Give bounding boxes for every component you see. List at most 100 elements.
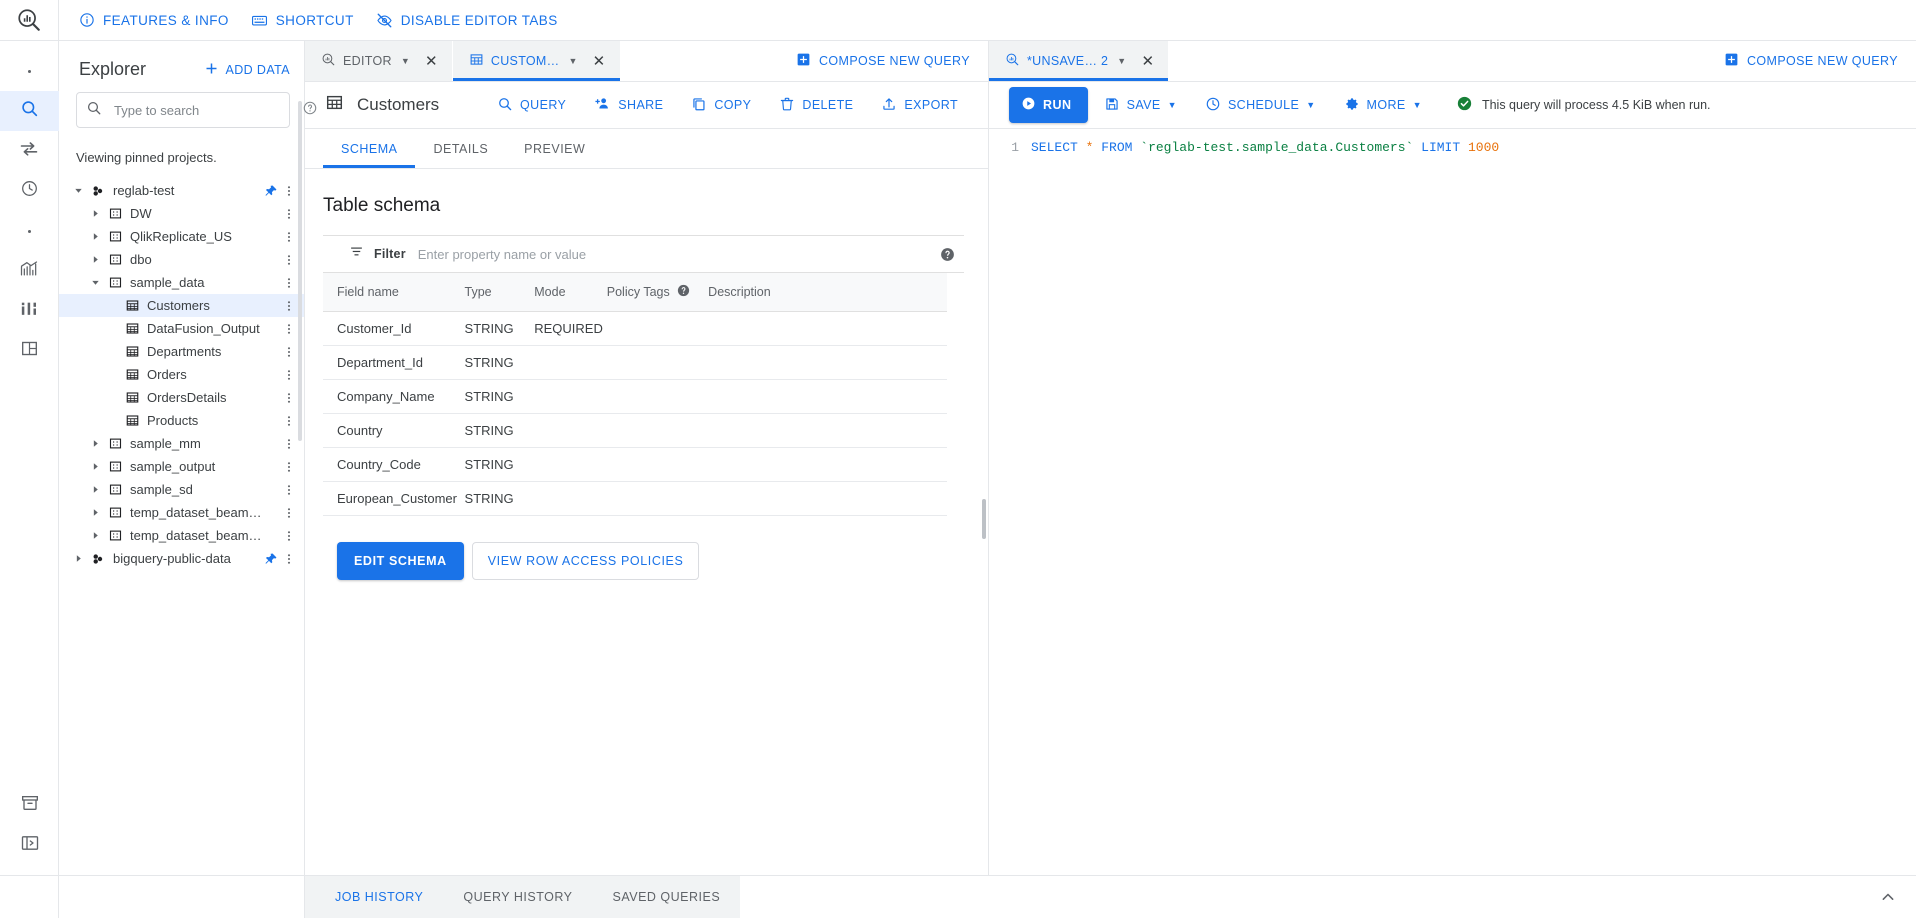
query-button[interactable]: QUERY [483,90,580,121]
chevron-right-icon[interactable] [86,484,104,495]
kebab-menu-icon[interactable] [280,322,298,336]
kebab-menu-icon[interactable] [280,506,298,520]
tab-preview[interactable]: PREVIEW [506,129,603,168]
table-row[interactable]: Country STRING [323,413,947,448]
tree-item-orders[interactable]: Orders [59,363,304,386]
tree-item-datafusion-output[interactable]: DataFusion_Output [59,317,304,340]
tab-unsaved-query[interactable]: *UNSAVE… 2 ▼ ✕ [989,41,1170,81]
kebab-menu-icon[interactable] [280,345,298,359]
tree-item-products[interactable]: Products [59,409,304,432]
chevron-right-icon[interactable] [86,438,104,449]
tree-item-departments[interactable]: Departments [59,340,304,363]
view-row-access-policies-button[interactable]: VIEW ROW ACCESS POLICIES [471,542,700,580]
chevron-down-icon[interactable] [86,277,104,288]
chevron-down-icon[interactable]: ▼ [566,56,579,66]
share-button[interactable]: SHARE [580,89,677,121]
pin-icon[interactable] [262,552,280,566]
help-icon[interactable] [939,246,964,263]
tree-item-temp-dataset-beam-bq-job[interactable]: temp_dataset_beam_bq_job_… [59,524,304,547]
chevron-right-icon[interactable] [86,208,104,219]
tab-customers[interactable]: CUSTOM… ▼ ✕ [452,41,621,81]
disable-editor-tabs-link[interactable]: DISABLE EDITOR TABS [372,6,576,35]
tree-item-reglab-test[interactable]: reglab-test [59,179,304,202]
kebab-menu-icon[interactable] [280,276,298,290]
table-row[interactable]: Customer_Id STRING REQUIRED [323,311,947,346]
search-input[interactable] [112,101,292,119]
copy-button[interactable]: COPY [677,90,765,121]
chevron-right-icon[interactable] [86,507,104,518]
chevron-down-icon[interactable]: ▼ [1413,100,1422,110]
kebab-menu-icon[interactable] [280,460,298,474]
rail-item-bi-engine[interactable] [0,291,59,331]
kebab-menu-icon[interactable] [280,299,298,313]
chevron-right-icon[interactable] [69,553,87,564]
kebab-menu-icon[interactable] [280,529,298,543]
help-icon[interactable] [676,283,691,301]
kebab-menu-icon[interactable] [280,483,298,497]
tab-editor[interactable]: EDITOR ▼ ✕ [305,41,453,81]
compose-new-query-button-right[interactable]: COMPOSE NEW QUERY [1706,41,1916,81]
shortcut-link[interactable]: SHORTCUT [247,6,372,35]
explorer-search-box[interactable] [76,92,317,128]
chevron-right-icon[interactable] [86,461,104,472]
close-icon[interactable]: ✕ [1135,52,1154,70]
filter-input[interactable] [415,245,929,263]
rail-item-dot-top[interactable] [0,51,59,91]
tab-job-history[interactable]: JOB HISTORY [315,876,443,918]
delete-button[interactable]: DELETE [765,90,867,121]
edit-schema-button[interactable]: EDIT SCHEMA [337,542,464,580]
rail-item-datasets[interactable] [0,331,59,371]
kebab-menu-icon[interactable] [280,437,298,451]
tab-schema[interactable]: SCHEMA [323,129,416,168]
rail-item-scheduled-queries[interactable] [0,171,59,211]
tab-details[interactable]: DETAILS [415,129,506,168]
tree-item-customers[interactable]: Customers [59,294,304,317]
details-scrollbar[interactable] [982,499,986,539]
tree-item-sample-mm[interactable]: sample_mm [59,432,304,455]
explorer-scrollbar[interactable] [298,101,302,441]
close-icon[interactable]: ✕ [419,52,438,70]
kebab-menu-icon[interactable] [280,253,298,267]
more-button[interactable]: MORE ▼ [1332,88,1434,123]
kebab-menu-icon[interactable] [280,552,298,566]
add-data-button[interactable]: ADD DATA [204,61,290,79]
tree-item-sample-sd[interactable]: sample_sd [59,478,304,501]
tree-item-dw[interactable]: DW [59,202,304,225]
export-button[interactable]: EXPORT [867,90,972,121]
kebab-menu-icon[interactable] [280,207,298,221]
tree-item-bigquery-public-data[interactable]: bigquery-public-data [59,547,304,570]
chevron-down-icon[interactable] [69,185,87,196]
kebab-menu-icon[interactable] [280,391,298,405]
close-icon[interactable]: ✕ [587,52,606,70]
features-and-info-link[interactable]: FEATURES & INFO [75,6,247,34]
sql-editor[interactable]: 1 SELECT * FROM `reglab-test.sample_data… [989,129,1916,875]
chevron-right-icon[interactable] [86,254,104,265]
rail-item-search[interactable] [0,91,59,131]
tree-item-dbo[interactable]: dbo [59,248,304,271]
kebab-menu-icon[interactable] [280,184,298,198]
tree-item-qlikreplicate-us[interactable]: QlikReplicate_US [59,225,304,248]
bigquery-logo-icon[interactable] [0,0,59,41]
rail-item-archive[interactable] [0,785,59,825]
rail-item-expand-panel[interactable] [0,825,59,865]
table-row[interactable]: Country_Code STRING [323,447,947,482]
rail-item-transfers[interactable] [0,131,59,171]
chevron-down-icon[interactable]: ▼ [1306,100,1315,110]
save-button[interactable]: SAVE ▼ [1092,88,1189,123]
filter-icon[interactable] [349,244,364,264]
table-row[interactable]: Department_Id STRING [323,345,947,380]
schedule-button[interactable]: SCHEDULE ▼ [1193,88,1328,123]
pin-icon[interactable] [262,184,280,198]
rail-item-dot-mid[interactable] [0,211,59,251]
chevron-down-icon[interactable]: ▼ [1168,100,1177,110]
tree-item-sample-output[interactable]: sample_output [59,455,304,478]
kebab-menu-icon[interactable] [280,414,298,428]
kebab-menu-icon[interactable] [280,368,298,382]
tree-item-temp-dataset-beam-bq-job[interactable]: temp_dataset_beam_bq_job_… [59,501,304,524]
rail-item-analytics[interactable] [0,251,59,291]
sql-text[interactable]: SELECT * FROM `reglab-test.sample_data.C… [1031,138,1499,158]
table-row[interactable]: Company_Name STRING [323,379,947,414]
table-row[interactable]: European_Customer STRING [323,481,947,516]
tab-saved-queries[interactable]: SAVED QUERIES [593,876,741,918]
chevron-down-icon[interactable]: ▼ [1115,56,1128,66]
